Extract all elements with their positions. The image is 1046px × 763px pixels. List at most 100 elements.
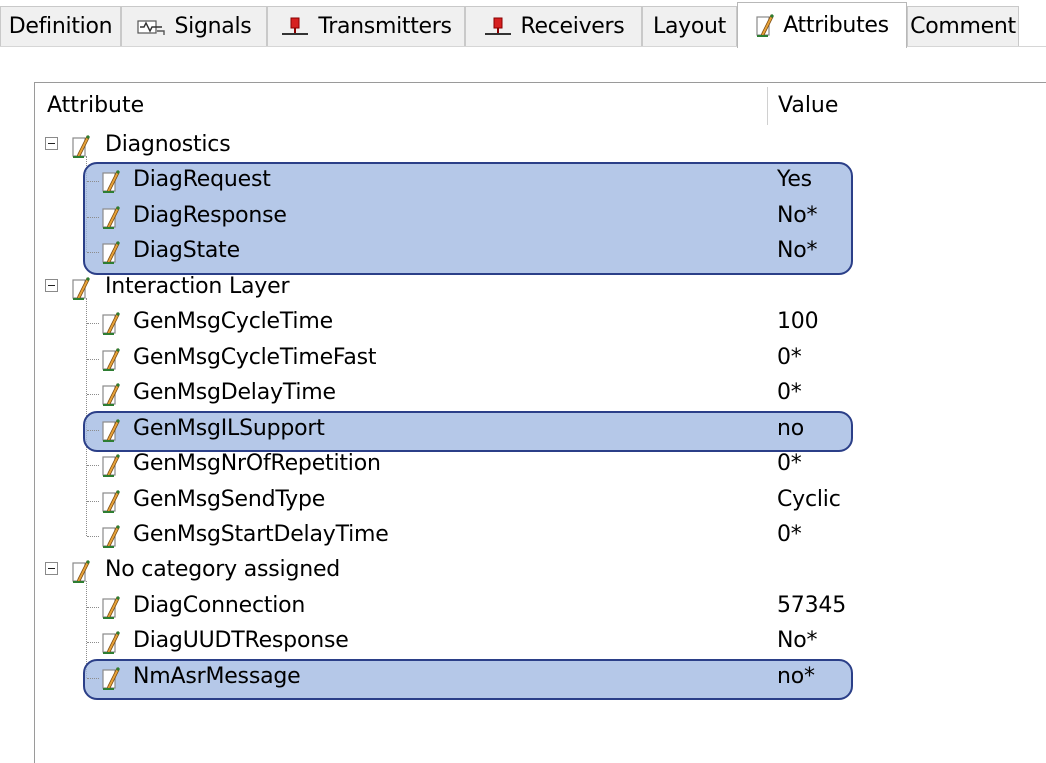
tree-connector — [87, 500, 99, 502]
attribute-value[interactable]: 0* — [777, 451, 802, 476]
attribute-name: GenMsgSendType — [133, 486, 326, 512]
attributes-panel: Attribute Value Diagnostics DiagRequest Ye… — [34, 82, 1046, 763]
column-header-attribute[interactable]: Attribute — [47, 93, 144, 118]
attribute-value[interactable]: no — [777, 416, 804, 441]
attribute-edit-icon — [101, 524, 121, 555]
tab-transmitters[interactable]: Transmitters — [267, 6, 465, 46]
attribute-edit-icon — [101, 347, 121, 378]
attribute-edit-icon — [71, 134, 91, 165]
tree-connector — [87, 181, 99, 183]
attribute-name: GenMsgNrOfRepetition — [133, 451, 381, 477]
collapse-toggle-icon[interactable] — [45, 562, 58, 576]
attribute-row[interactable]: GenMsgDelayTime 0* — [35, 377, 1046, 412]
attribute-value[interactable]: 0* — [777, 522, 802, 547]
attribute-value[interactable]: No* — [777, 628, 818, 653]
attribute-value[interactable]: No* — [777, 238, 818, 263]
group-label: Diagnostics — [105, 132, 231, 157]
attribute-value[interactable]: 0* — [777, 380, 802, 405]
tree-group-diagnostics[interactable]: Diagnostics — [35, 129, 1046, 164]
attribute-value[interactable]: 0* — [777, 345, 802, 370]
tab-attributes[interactable]: Attributes — [737, 2, 907, 48]
tree-group-interaction-layer[interactable]: Interaction Layer — [35, 271, 1046, 306]
attribute-edit-icon — [755, 13, 775, 38]
attribute-value[interactable]: Yes — [777, 167, 812, 192]
column-header: Attribute Value — [35, 83, 1046, 129]
tree-connector — [87, 465, 99, 467]
attribute-name: GenMsgDelayTime — [133, 380, 336, 406]
attribute-name: DiagRequest — [133, 167, 271, 193]
tab-label: Definition — [8, 14, 113, 39]
column-divider[interactable] — [767, 87, 768, 125]
attribute-edit-icon — [101, 418, 121, 449]
attribute-edit-icon — [101, 241, 121, 271]
tree-connector — [87, 358, 99, 360]
attribute-row[interactable]: DiagUUDTResponse No* — [35, 625, 1046, 660]
attribute-row[interactable]: DiagState No* — [35, 235, 1046, 270]
attribute-name: DiagResponse — [133, 202, 287, 228]
attribute-edit-icon — [101, 205, 121, 236]
tree-connector — [87, 394, 99, 396]
tree-connector — [87, 535, 99, 537]
transmitter-node-icon — [280, 16, 310, 38]
tab-label: Attributes — [783, 13, 889, 38]
tree-connector — [87, 323, 99, 325]
attribute-row[interactable]: GenMsgStartDelayTime 0* — [35, 519, 1046, 554]
collapse-toggle-icon[interactable] — [45, 137, 58, 150]
attribute-name: GenMsgCycleTimeFast — [133, 344, 377, 370]
attribute-value[interactable]: no* — [777, 664, 815, 689]
attribute-name: GenMsgILSupport — [133, 415, 325, 441]
attribute-row[interactable]: GenMsgCycleTime 100 — [35, 306, 1046, 341]
tab-signals[interactable]: Signals — [121, 6, 267, 46]
tree-connector — [87, 252, 99, 254]
attribute-row[interactable]: GenMsgCycleTimeFast 0* — [35, 342, 1046, 377]
tab-label: Transmitters — [318, 14, 452, 39]
attribute-name: GenMsgCycleTime — [133, 309, 333, 335]
tab-receivers[interactable]: Receivers — [465, 6, 642, 46]
attribute-edit-icon — [71, 560, 91, 590]
attribute-edit-icon — [101, 489, 121, 520]
attribute-name: DiagUUDTResponse — [133, 628, 349, 654]
tree-connector — [87, 677, 99, 679]
tab-layout[interactable]: Layout — [642, 6, 737, 46]
group-label: No category assigned — [105, 557, 341, 583]
attribute-value[interactable]: No* — [777, 203, 818, 228]
tab-label: Layout — [653, 14, 726, 39]
attribute-value[interactable]: 57345 — [777, 593, 846, 618]
attribute-name: DiagConnection — [133, 592, 306, 618]
signal-waveform-icon — [136, 16, 167, 38]
attribute-edit-icon — [101, 595, 121, 626]
attribute-edit-icon — [101, 312, 121, 342]
collapse-toggle-icon[interactable] — [45, 278, 58, 292]
tab-definition[interactable]: Definition — [0, 6, 121, 46]
attribute-edit-icon — [101, 383, 121, 413]
attribute-name: NmAsrMessage — [133, 663, 301, 689]
tab-comment[interactable]: Comment — [907, 6, 1019, 46]
tree-connector — [87, 429, 99, 431]
attribute-row[interactable]: GenMsgNrOfRepetition 0* — [35, 448, 1046, 483]
tab-label: Receivers — [520, 14, 625, 39]
attribute-name: DiagState — [133, 238, 240, 264]
receiver-node-icon — [483, 16, 513, 38]
attribute-value[interactable]: Cyclic — [777, 487, 841, 512]
tree-group-no-category-assigned[interactable]: No category assigned — [35, 554, 1046, 589]
attribute-row[interactable]: DiagConnection 57345 — [35, 590, 1046, 625]
attribute-edit-icon — [101, 453, 121, 484]
attribute-edit-icon — [71, 276, 91, 307]
attribute-edit-icon — [101, 170, 121, 200]
attribute-row[interactable]: DiagRequest Yes — [35, 164, 1046, 199]
attribute-row[interactable]: GenMsgSendType Cyclic — [35, 484, 1046, 519]
tab-strip: Definition Signals Transmitters Receivers La… — [0, 0, 1046, 48]
column-header-value[interactable]: Value — [778, 93, 838, 118]
tab-label: Signals — [174, 14, 252, 39]
tree-connector — [87, 606, 99, 608]
attribute-value[interactable]: 100 — [777, 309, 819, 334]
group-label: Interaction Layer — [105, 273, 290, 299]
attribute-name: GenMsgStartDelayTime — [133, 521, 389, 547]
attribute-row[interactable]: DiagResponse No* — [35, 200, 1046, 235]
tree-connector — [87, 216, 99, 218]
attribute-edit-icon — [101, 631, 121, 661]
tree-connector — [87, 642, 99, 644]
attribute-row[interactable]: GenMsgILSupport no — [35, 413, 1046, 448]
attribute-row[interactable]: NmAsrMessage no* — [35, 661, 1046, 696]
attribute-edit-icon — [101, 666, 121, 697]
